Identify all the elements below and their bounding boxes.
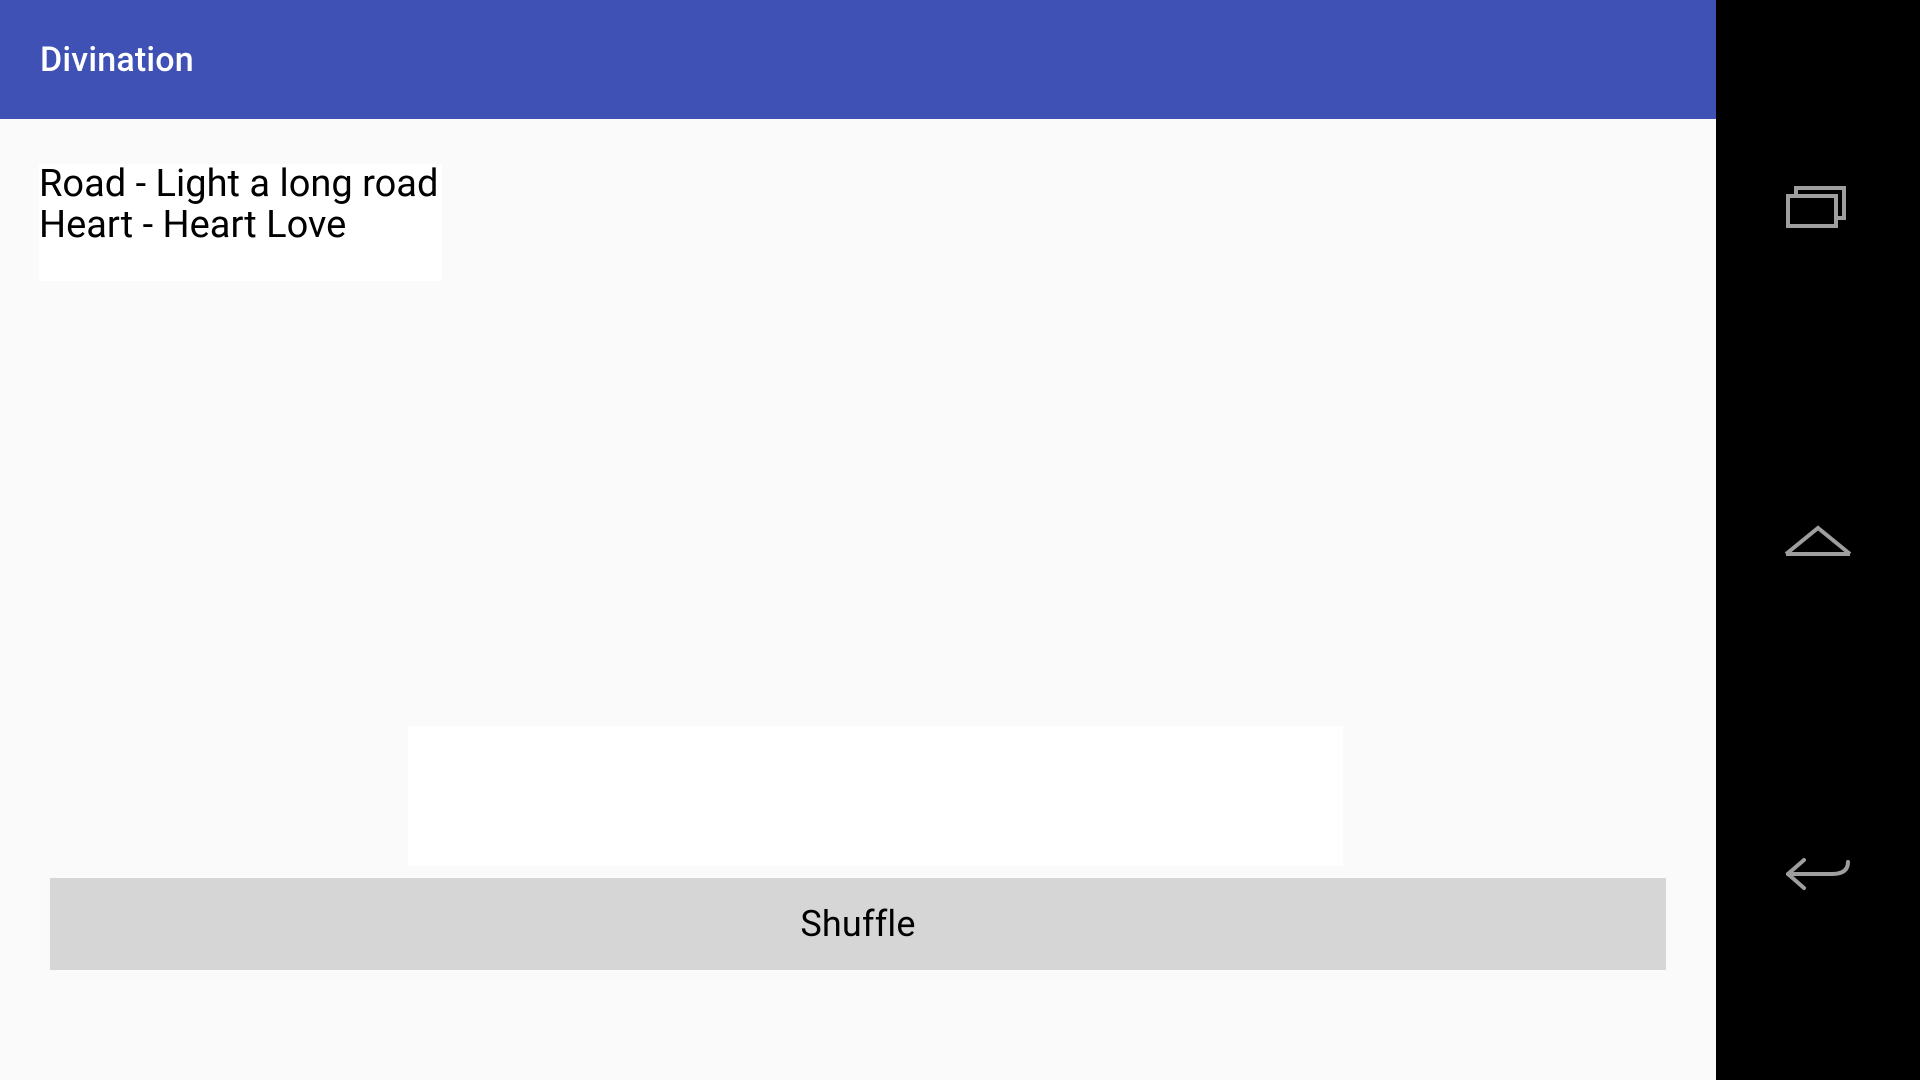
result-card: Road - Light a long road Heart - Heart L…	[39, 164, 442, 281]
recent-apps-icon	[1782, 182, 1854, 230]
home-button[interactable]	[1782, 504, 1854, 576]
content-area: Road - Light a long road Heart - Heart L…	[0, 119, 1716, 1080]
result-line-2: Heart - Heart Love	[39, 205, 438, 246]
result-line-1: Road - Light a long road	[39, 164, 438, 205]
recent-apps-button[interactable]	[1782, 170, 1854, 242]
home-icon	[1782, 520, 1854, 560]
shuffle-button[interactable]: Shuffle	[50, 878, 1666, 970]
card-placeholder	[408, 726, 1343, 866]
back-icon	[1782, 850, 1854, 898]
app-area: Divination Road - Light a long road Hear…	[0, 0, 1716, 1080]
app-bar: Divination	[0, 0, 1716, 119]
system-nav-bar	[1716, 0, 1920, 1080]
back-button[interactable]	[1782, 838, 1854, 910]
device-screen: Divination Road - Light a long road Hear…	[0, 0, 1920, 1080]
app-title: Divination	[40, 40, 194, 80]
